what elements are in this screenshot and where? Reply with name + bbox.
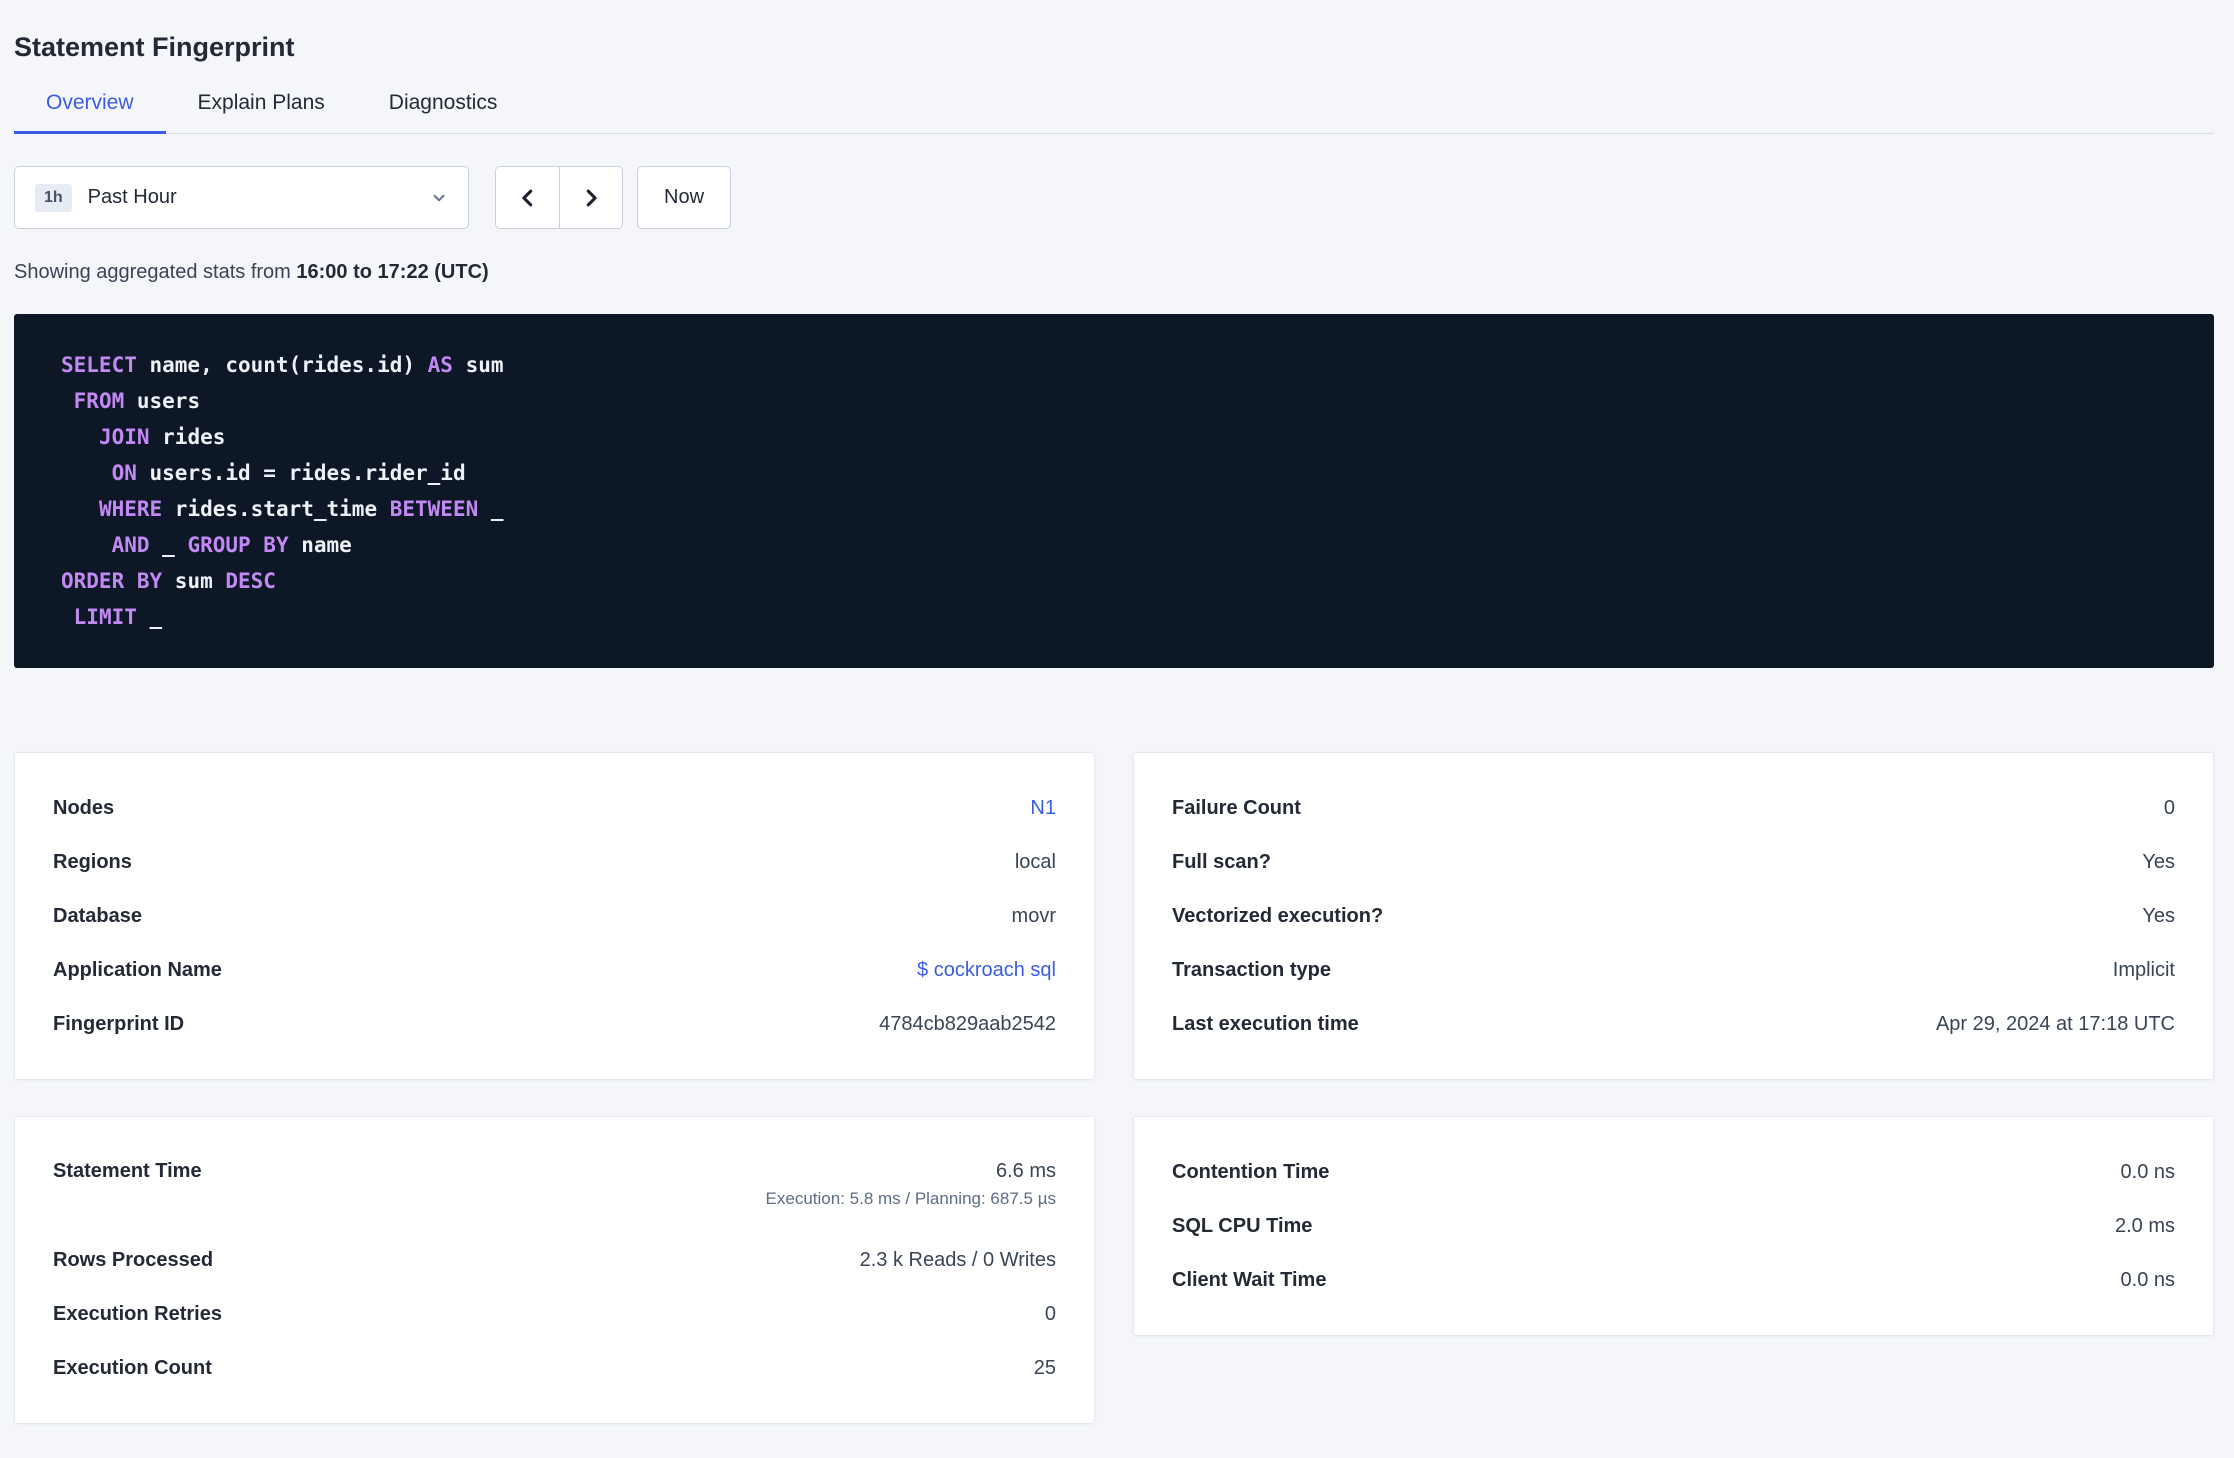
prev-time-button[interactable] [496, 167, 559, 228]
now-button[interactable]: Now [637, 166, 732, 229]
row-label: Regions [53, 850, 132, 873]
sql-line: JOIN rides [98, 425, 226, 449]
sql-line: WHERE rides.start_time BETWEEN _ [98, 497, 504, 521]
row-label: Database [53, 904, 142, 927]
row-nodes: Nodes N1 [15, 781, 1094, 835]
row-last-execution-time: Last execution time Apr 29, 2024 at 17:1… [1134, 997, 2213, 1051]
statement-time-values: 6.6 ms Execution: 5.8 ms / Planning: 687… [766, 1160, 1056, 1209]
row-label: Last execution time [1172, 1012, 1359, 1035]
database-value: movr [1011, 904, 1056, 927]
row-application-name: Application Name $ cockroach sql [15, 943, 1094, 997]
row-failure-count: Failure Count 0 [1134, 781, 2213, 835]
aggregated-stats-summary: Showing aggregated stats from 16:00 to 1… [14, 261, 2214, 284]
row-execution-retries: Execution Retries 0 [15, 1287, 1094, 1341]
wait-times-card: Contention Time 0.0 ns SQL CPU Time 2.0 … [1133, 1116, 2214, 1336]
statement-details-card: Nodes N1 Regions local Database movr App… [14, 752, 1095, 1080]
failure-count-value: 0 [2163, 796, 2175, 819]
execution-retries-value: 0 [1044, 1302, 1056, 1325]
time-arrow-group [495, 166, 623, 229]
row-label: Fingerprint ID [53, 1012, 185, 1035]
row-transaction-type: Transaction type Implicit [1134, 943, 2213, 997]
row-label: Client Wait Time [1172, 1268, 1327, 1291]
time-controls: 1h Past Hour Now [14, 166, 2214, 229]
sql-line: AND _ GROUP BY name [111, 533, 352, 557]
statement-timings-card: Statement Time 6.6 ms Execution: 5.8 ms … [14, 1116, 1095, 1424]
client-wait-time-value: 0.0 ns [2120, 1268, 2175, 1291]
row-label: Application Name [53, 958, 222, 981]
row-label: Execution Retries [53, 1302, 222, 1325]
transaction-type-value: Implicit [2112, 958, 2175, 981]
time-range-dropdown[interactable]: 1h Past Hour [14, 166, 469, 229]
application-name-link[interactable]: $ cockroach sql [917, 959, 1056, 982]
row-label: Vectorized execution? [1172, 904, 1384, 927]
sql-statement-box: SELECT name, count(rides.id) AS sum FROM… [14, 314, 2214, 668]
sql-line: ORDER BY sum DESC [61, 569, 276, 593]
row-label: Transaction type [1172, 958, 1331, 981]
sql-line: SELECT name, count(rides.id) AS sum [61, 353, 504, 377]
chevron-left-icon [521, 189, 532, 206]
tab-diagnostics[interactable]: Diagnostics [357, 91, 530, 134]
chevron-down-icon [433, 194, 445, 201]
row-execution-count: Execution Count 25 [15, 1341, 1094, 1395]
rows-processed-value: 2.3 k Reads / 0 Writes [859, 1248, 1056, 1271]
row-label: Contention Time [1172, 1160, 1330, 1183]
time-range-label: Past Hour [87, 186, 177, 208]
summary-cards: Nodes N1 Regions local Database movr App… [14, 752, 2214, 1424]
row-label: Failure Count [1172, 796, 1301, 819]
row-sql-cpu-time: SQL CPU Time 2.0 ms [1134, 1199, 2213, 1253]
row-label: SQL CPU Time [1172, 1214, 1313, 1237]
row-label: Nodes [53, 796, 115, 819]
nodes-link[interactable]: N1 [1030, 797, 1056, 820]
sql-cpu-time-value: 2.0 ms [2114, 1214, 2175, 1237]
statement-time-value: 6.6 ms [995, 1160, 1056, 1182]
execution-attributes-card: Failure Count 0 Full scan? Yes Vectorize… [1133, 752, 2214, 1080]
row-contention-time: Contention Time 0.0 ns [1134, 1145, 2213, 1199]
row-vectorized-execution: Vectorized execution? Yes [1134, 889, 2213, 943]
row-label: Statement Time [53, 1160, 202, 1182]
row-label: Full scan? [1172, 850, 1271, 873]
vectorized-execution-value: Yes [2142, 904, 2175, 927]
regions-value: local [1014, 850, 1056, 873]
statement-time-detail: Execution: 5.8 ms / Planning: 687.5 µs [765, 1189, 1056, 1208]
last-execution-time-value: Apr 29, 2024 at 17:18 UTC [1935, 1012, 2175, 1035]
next-time-button[interactable] [559, 167, 622, 228]
sql-line: FROM users [73, 389, 201, 413]
row-rows-processed: Rows Processed 2.3 k Reads / 0 Writes [15, 1233, 1094, 1287]
page-title: Statement Fingerprint [14, 32, 295, 62]
row-database: Database movr [15, 889, 1094, 943]
full-scan-value: Yes [2142, 850, 2175, 873]
tab-overview[interactable]: Overview [14, 91, 166, 134]
fingerprint-id-value: 4784cb829aab2542 [879, 1012, 1056, 1035]
chevron-right-icon [586, 189, 597, 206]
row-label: Execution Count [53, 1356, 212, 1379]
contention-time-value: 0.0 ns [2120, 1160, 2175, 1183]
row-fingerprint-id: Fingerprint ID 4784cb829aab2542 [15, 997, 1094, 1051]
sql-line: ON users.id = rides.rider_id [111, 461, 466, 485]
row-statement-time: Statement Time 6.6 ms Execution: 5.8 ms … [15, 1145, 1094, 1233]
row-full-scan: Full scan? Yes [1134, 835, 2213, 889]
sql-line: LIMIT _ [73, 605, 163, 629]
row-client-wait-time: Client Wait Time 0.0 ns [1134, 1253, 2213, 1307]
statement-fingerprint-page: Statement Fingerprint Overview Explain P… [0, 0, 2234, 1424]
stats-summary-prefix: Showing aggregated stats from [14, 261, 297, 283]
stats-summary-range: 16:00 to 17:22 (UTC) [296, 261, 489, 283]
tab-explain-plans[interactable]: Explain Plans [166, 91, 357, 134]
execution-count-value: 25 [1033, 1356, 1056, 1379]
tab-bar: Overview Explain Plans Diagnostics [14, 91, 2214, 134]
row-label: Rows Processed [53, 1248, 214, 1271]
row-regions: Regions local [15, 835, 1094, 889]
time-range-badge: 1h [35, 183, 72, 212]
